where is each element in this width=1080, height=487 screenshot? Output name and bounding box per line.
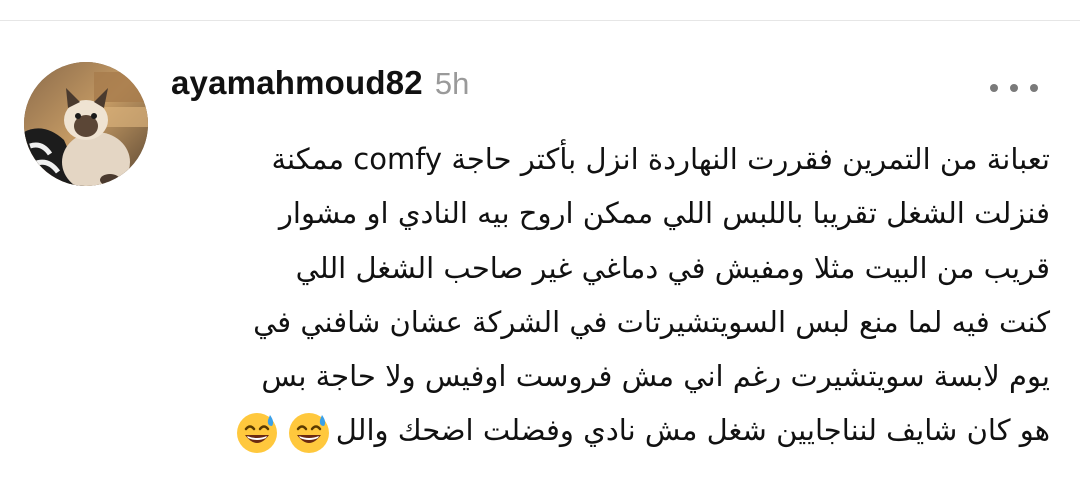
post-line: تعبانة من التمرين فقررت النهاردة انزل بأ… — [271, 142, 1050, 176]
top-divider — [0, 20, 1080, 21]
timestamp: 5h — [434, 66, 470, 101]
post-line: يوم لابسة سويتشيرت رغم اني مش فروست اوفي… — [261, 359, 1050, 394]
more-dot — [990, 84, 998, 92]
sweat-smile-emoji — [288, 413, 329, 454]
post-line: كنت فيه لما منع لبس السويتشيرتات في الشر… — [253, 304, 1050, 339]
more-dot — [1030, 84, 1038, 92]
cat-photo-avatar-image — [24, 62, 148, 186]
post-body: تعبانة من التمرين فقررت النهاردة انزل بأ… — [150, 132, 1050, 458]
sweat-smile-emoji — [236, 413, 277, 454]
username[interactable]: ayamahmoud82 — [171, 64, 423, 102]
more-options-icon[interactable] — [990, 78, 1038, 98]
emoji-row — [234, 409, 332, 455]
post-line-last: هو كان شايف لنناجايين شغل مش نادي وفضلت … — [150, 403, 1050, 457]
post-header: ayamahmoud82 5h — [171, 64, 469, 108]
post-line: قريب من البيت مثلا ومفيش في دماغي غير صا… — [295, 250, 1050, 285]
more-dot — [1010, 84, 1018, 92]
avatar[interactable] — [24, 62, 148, 186]
post-line: فنزلت الشغل تقريبا باللبس اللي ممكن اروح… — [278, 196, 1050, 231]
post-line-text: هو كان شايف لنناجايين شغل مش نادي وفضلت … — [335, 413, 1050, 448]
